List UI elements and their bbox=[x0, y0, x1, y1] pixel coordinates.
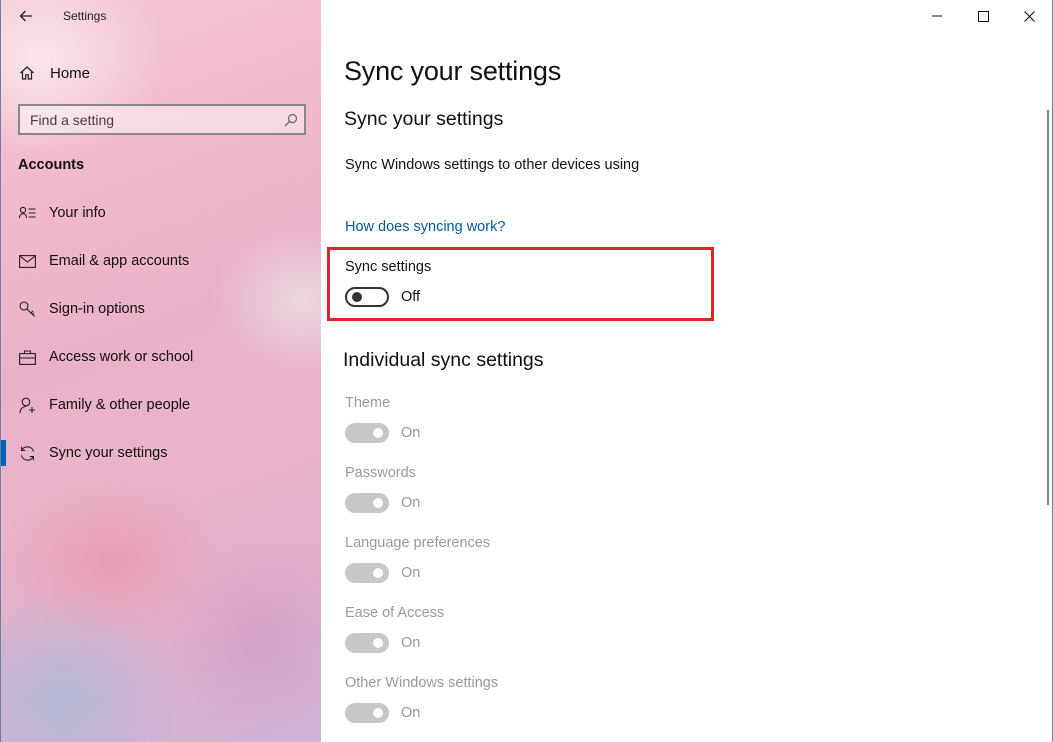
toggle-knob bbox=[373, 428, 383, 438]
search-input[interactable]: Find a setting bbox=[18, 104, 306, 135]
toggle-knob bbox=[373, 498, 383, 508]
ease-of-access-label: Ease of Access bbox=[345, 605, 445, 621]
other-windows-settings-label: Other Windows settings bbox=[345, 675, 499, 691]
language-preferences-state: On bbox=[401, 565, 421, 581]
section-title: Accounts bbox=[18, 157, 85, 173]
sidebar-item-family[interactable]: Family & other people bbox=[1, 392, 321, 418]
sidebar: Settings Home Find a setting Accounts Yo… bbox=[0, 0, 321, 742]
passwords-toggle[interactable] bbox=[345, 493, 389, 513]
title-bar: Settings bbox=[1, 0, 321, 32]
theme-state: On bbox=[401, 425, 421, 441]
theme-label: Theme bbox=[345, 395, 391, 411]
toggle-knob bbox=[373, 568, 383, 578]
sync-settings-state: Off bbox=[401, 289, 421, 305]
search-icon bbox=[278, 113, 304, 127]
home-icon bbox=[18, 65, 36, 81]
ease-of-access-state: On bbox=[401, 635, 421, 651]
person-add-icon bbox=[18, 396, 36, 414]
person-card-icon bbox=[18, 204, 36, 222]
sidebar-item-label: Access work or school bbox=[49, 349, 194, 365]
ease-of-access-toggle[interactable] bbox=[345, 633, 389, 653]
other-windows-settings-state: On bbox=[401, 705, 421, 721]
language-preferences-label: Language preferences bbox=[345, 535, 491, 551]
sidebar-item-label: Sign-in options bbox=[49, 301, 145, 317]
mail-icon bbox=[18, 252, 36, 270]
sidebar-item-label: Family & other people bbox=[49, 397, 191, 413]
search-placeholder: Find a setting bbox=[30, 111, 115, 128]
theme-toggle[interactable] bbox=[345, 423, 389, 443]
sync-icon bbox=[18, 444, 36, 462]
page-title: Sync your settings bbox=[344, 56, 562, 86]
sync-settings-toggle[interactable] bbox=[345, 287, 389, 307]
app-title: Settings bbox=[63, 9, 107, 23]
how-syncing-works-link[interactable]: How does syncing work? bbox=[345, 219, 505, 235]
home-label: Home bbox=[50, 64, 91, 82]
passwords-state: On bbox=[401, 495, 421, 511]
toggle-knob bbox=[352, 292, 362, 302]
sidebar-item-label: Email & app accounts bbox=[49, 253, 190, 269]
sidebar-item-sync-settings[interactable]: Sync your settings bbox=[1, 440, 321, 466]
toggle-knob bbox=[373, 708, 383, 718]
sync-section-title: Sync your settings bbox=[344, 108, 504, 130]
scrollbar[interactable] bbox=[1047, 110, 1049, 505]
sidebar-item-your-info[interactable]: Your info bbox=[1, 200, 321, 226]
toggle-knob bbox=[373, 638, 383, 648]
briefcase-icon bbox=[18, 348, 36, 366]
sidebar-item-sign-in-options[interactable]: Sign-in options bbox=[1, 296, 321, 322]
back-arrow-icon bbox=[19, 10, 32, 22]
individual-sync-title: Individual sync settings bbox=[343, 349, 544, 371]
home-nav-item[interactable]: Home bbox=[18, 62, 90, 84]
main-content: Sync your settings Sync your settings Sy… bbox=[321, 0, 1053, 742]
sidebar-item-access-work[interactable]: Access work or school bbox=[1, 344, 321, 370]
key-icon bbox=[18, 300, 36, 318]
back-button[interactable] bbox=[11, 4, 41, 28]
sidebar-item-label: Sync your settings bbox=[49, 445, 168, 461]
sidebar-item-email-accounts[interactable]: Email & app accounts bbox=[1, 248, 321, 274]
language-preferences-toggle[interactable] bbox=[345, 563, 389, 583]
sidebar-item-label: Your info bbox=[49, 205, 106, 221]
sync-description: Sync Windows settings to other devices u… bbox=[345, 157, 640, 173]
sync-settings-label: Sync settings bbox=[345, 259, 432, 275]
other-windows-settings-toggle[interactable] bbox=[345, 703, 389, 723]
passwords-label: Passwords bbox=[345, 465, 416, 481]
